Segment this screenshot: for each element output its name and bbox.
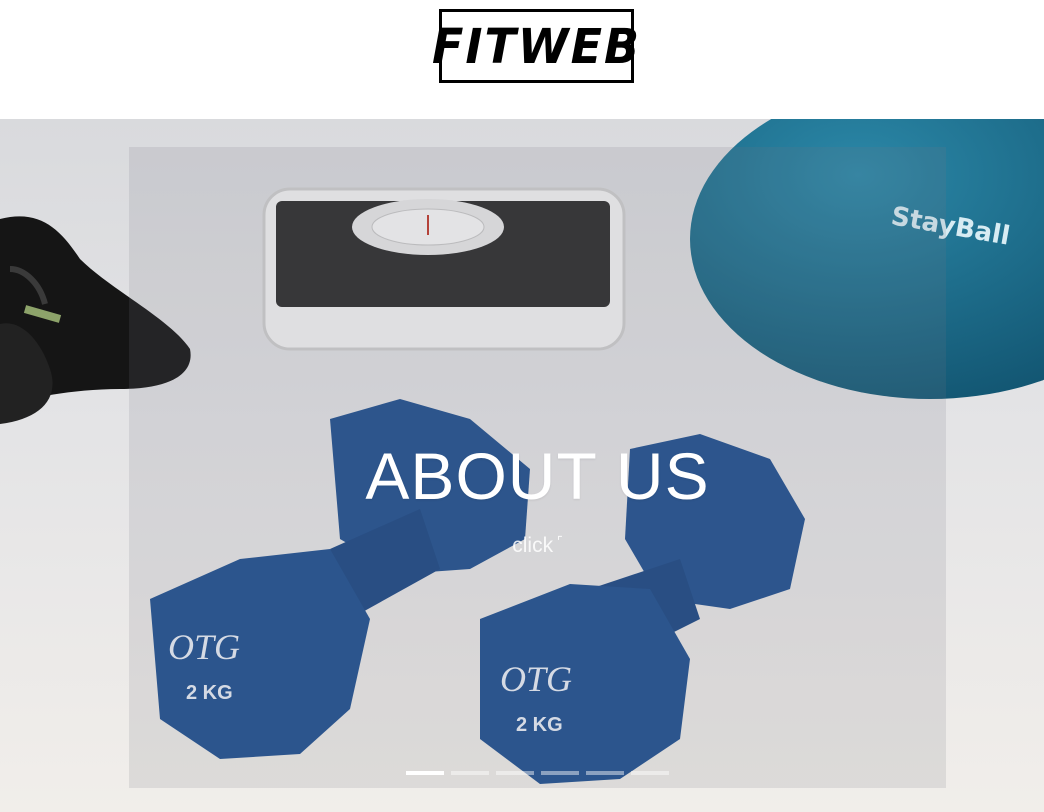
slide-indicator-1[interactable] <box>406 771 444 775</box>
hero-title: ABOUT US <box>365 439 710 513</box>
hero-banner: StayBall OTG 2 KG OTG 2 KG ABOUT US clic… <box>0 119 1044 812</box>
hero-cta-label: click <box>512 534 554 557</box>
hero-overlay-panel: ABOUT US click ⌜ <box>129 147 946 788</box>
slide-indicator-2[interactable] <box>451 771 489 775</box>
site-logo[interactable]: FITWEB <box>432 9 639 83</box>
hero-cta-link[interactable]: click ⌜ <box>129 534 946 558</box>
slider-indicators <box>406 771 669 775</box>
slide-indicator-4[interactable] <box>541 771 579 775</box>
slide-indicator-3[interactable] <box>496 771 534 775</box>
slide-indicator-5[interactable] <box>586 771 624 775</box>
slide-indicator-6[interactable] <box>631 771 669 775</box>
logo-text: FITWEB <box>431 17 642 75</box>
corner-arrow-icon: ⌜ <box>557 534 563 548</box>
site-header: FITWEB <box>0 0 1044 119</box>
